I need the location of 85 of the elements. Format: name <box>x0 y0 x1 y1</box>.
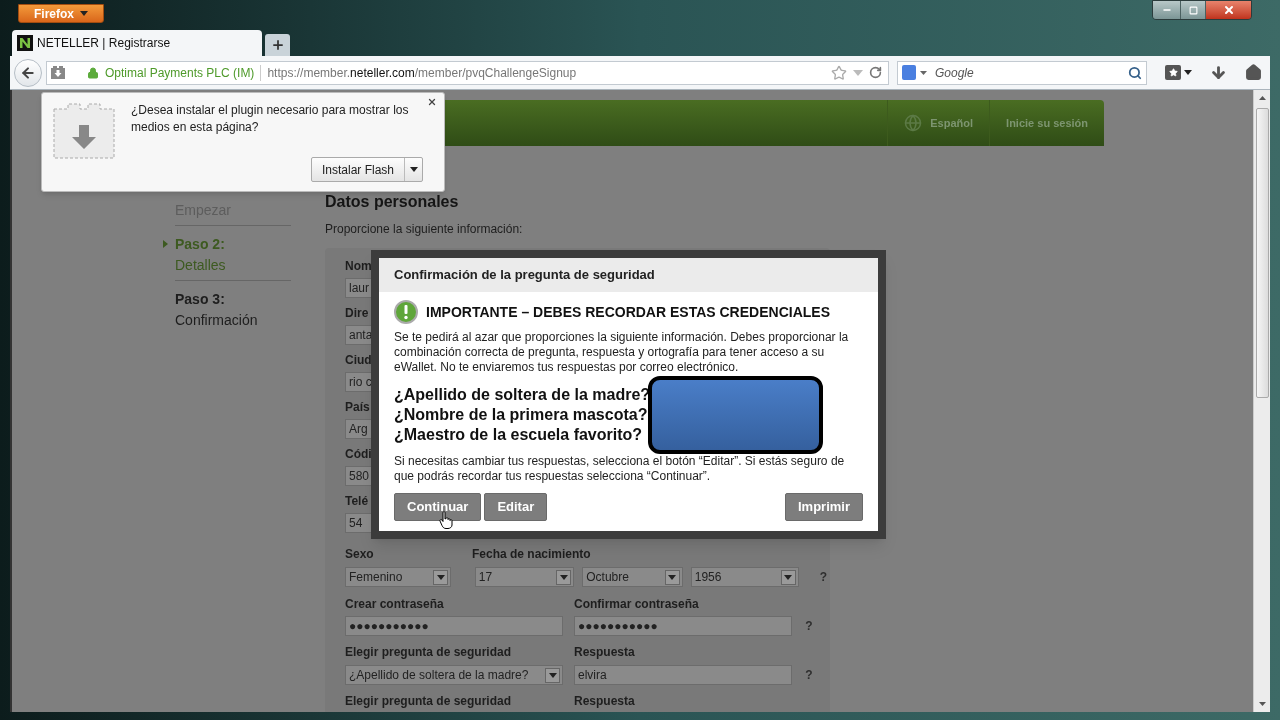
url-text: https://member.neteller.com/member/pvqChallengeSignup <box>267 64 577 82</box>
help-icon[interactable]: ? <box>816 568 830 586</box>
input-field[interactable]: ●●●●●●●●●●● <box>345 616 563 636</box>
field-label: Dire <box>345 305 369 322</box>
lock-icon <box>87 66 99 79</box>
step-number: Paso 2: <box>175 235 225 254</box>
field-label: Crear contraseña <box>345 596 445 613</box>
globe-icon <box>904 114 923 132</box>
dropdown-field[interactable]: Octubre <box>582 567 683 587</box>
security-question: ¿Maestro de la escuela favorito? <box>394 425 643 445</box>
home-icon[interactable] <box>1245 64 1262 81</box>
field-label: Elegir pregunta de seguridad <box>345 644 513 661</box>
dropdown-arrow-icon <box>784 574 793 580</box>
close-icon[interactable] <box>427 97 437 107</box>
help-icon[interactable]: ? <box>802 617 816 635</box>
login-link[interactable]: Inicie su sesión <box>989 100 1104 146</box>
security-question: ¿Apellido de soltera de la madre? <box>394 385 651 405</box>
print-button[interactable]: Imprimir <box>785 493 863 521</box>
scroll-down-icon[interactable] <box>1258 702 1266 706</box>
scrollbar[interactable] <box>1253 90 1270 712</box>
dropdown-arrow-icon[interactable] <box>920 70 927 75</box>
dialog-title: Confirmación de la pregunta de seguridad <box>394 266 655 285</box>
dropdown-arrow-icon <box>409 167 418 172</box>
dropdown-arrow-icon <box>548 672 557 678</box>
new-tab-button[interactable] <box>265 34 290 56</box>
field-label: Ciud <box>345 352 372 369</box>
scroll-up-icon[interactable] <box>1258 96 1266 100</box>
reload-icon[interactable] <box>869 66 882 79</box>
site-logo-icon <box>17 35 33 51</box>
close-icon <box>1222 4 1235 16</box>
dropdown-field[interactable]: ¿Apellido de soltera de la madre? <box>345 665 563 685</box>
close-button[interactable] <box>1205 1 1251 19</box>
plus-icon <box>270 38 285 52</box>
field-label: Confirmar contraseña <box>574 596 699 613</box>
field-label: Elegir pregunta de seguridad <box>345 693 513 710</box>
field-label: Telé <box>345 493 369 510</box>
plugin-download-icon <box>53 103 115 159</box>
install-flash-button[interactable]: Instalar Flash <box>310 157 423 182</box>
field-label: Fecha de nacimiento <box>472 546 591 563</box>
dropdown-arrow-icon <box>1184 70 1192 75</box>
help-icon[interactable]: ? <box>802 666 816 684</box>
step-name: Confirmación <box>175 311 258 330</box>
dropdown-field[interactable]: Femenino <box>345 567 452 587</box>
field-label: Respuesta <box>574 693 635 710</box>
security-question: ¿Nombre de la primera mascota? <box>394 405 648 425</box>
field-label: Sexo <box>345 546 375 563</box>
dialog-note-text: Si necesitas cambiar tus respuestas, selecciona el botón “Editar”. Si estás seguro de que podrás recordar tus respuestas selecciona “Continuar”. <box>394 454 846 484</box>
bookmark-star-icon[interactable] <box>831 64 847 81</box>
back-button[interactable] <box>14 58 42 87</box>
field-label: País <box>345 399 370 416</box>
search-icon[interactable] <box>1128 65 1142 80</box>
dialog-button[interactable]: Editar <box>484 493 548 521</box>
exclamation-icon <box>394 300 418 324</box>
dialog-body-text: Se te pedirá al azar que proporciones la siguiente información. Debes proporcionar la combinación correcta de pregunta, respuesta y ortografía para tener acceso a su eWallet. No te enviaremos tus respuestas por correo electrónico. <box>394 330 850 375</box>
dropdown-field[interactable]: 17 <box>474 567 575 587</box>
url-bar[interactable]: Optimal Payments PLC (IM) https://member.neteller.com/member/pvqChallengeSignup <box>46 60 889 85</box>
dropdown-arrow-icon <box>559 574 568 580</box>
input-field[interactable]: elvira <box>574 665 792 685</box>
step-name: Detalles <box>175 256 226 275</box>
section-subtitle: Proporcione la siguiente información: <box>325 221 524 238</box>
dropdown-arrow-icon <box>80 11 88 16</box>
step-number: Paso 3: <box>175 290 225 309</box>
dropdown-arrow-icon <box>668 574 677 580</box>
star-icon <box>1168 68 1178 77</box>
dropdown-field[interactable]: 1956 <box>690 567 799 587</box>
section-title: Datos personales <box>325 192 460 212</box>
dropdown-arrow-icon <box>436 574 445 580</box>
field-label: Códi <box>345 446 372 463</box>
plugin-download-icon[interactable] <box>51 66 65 79</box>
bookmarks-button[interactable] <box>1165 65 1192 80</box>
maximize-button[interactable] <box>1180 1 1205 19</box>
field-label: Nom <box>345 258 372 275</box>
site-identity[interactable]: Optimal Payments PLC (IM) <box>105 63 255 82</box>
browser-tab[interactable]: NETELLER | Registrarse <box>12 30 262 56</box>
minimize-button[interactable] <box>1153 1 1180 19</box>
downloads-icon[interactable] <box>1210 64 1227 81</box>
plugin-prompt-message: ¿Desea instalar el plugin necesario para mostrar los medios en esta página? <box>131 102 410 136</box>
input-field[interactable]: ●●●●●●●●●●● <box>574 616 792 636</box>
dialog-heading: IMPORTANTE – DEBES RECORDAR ESTAS CREDENCIALES <box>426 302 830 322</box>
maximize-icon <box>1188 5 1198 15</box>
search-field[interactable]: Google <box>897 60 1147 85</box>
firefox-menu-button[interactable]: Firefox <box>18 4 104 23</box>
field-label: Respuesta <box>574 644 635 661</box>
dialog-button[interactable]: Continuar <box>394 493 482 521</box>
language-selector[interactable]: Español <box>887 100 990 146</box>
